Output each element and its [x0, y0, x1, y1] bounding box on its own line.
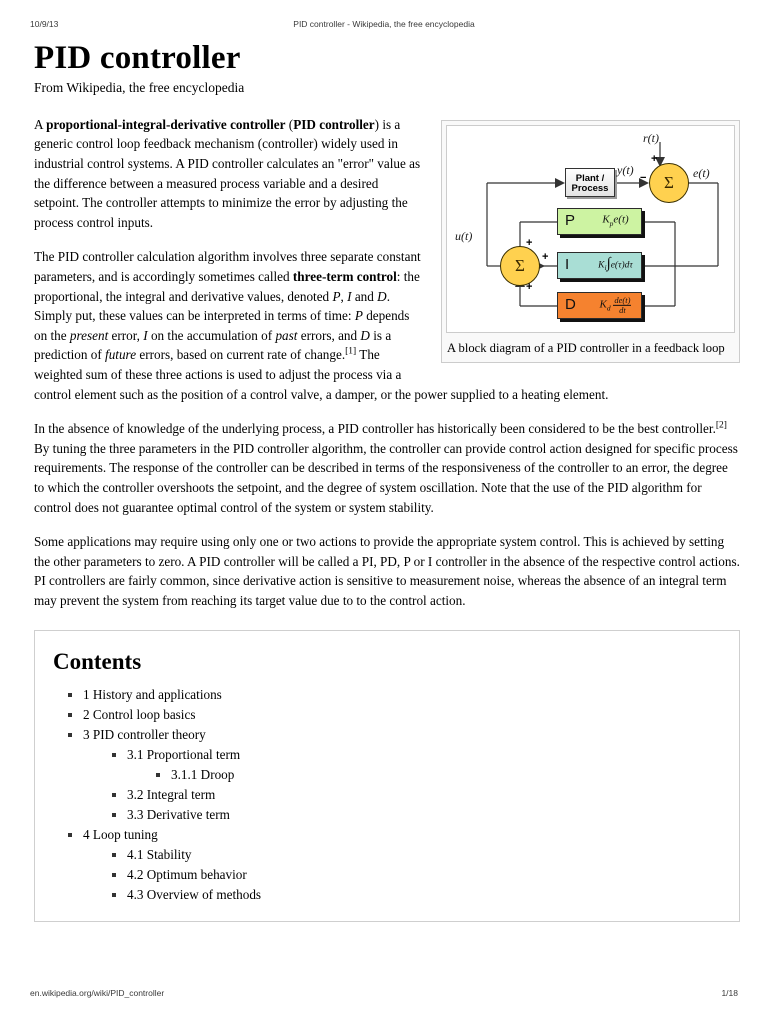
toc-item-label: 3.3 Derivative term	[127, 806, 230, 822]
print-document-title: PID controller - Wikipedia, the free enc…	[293, 19, 475, 29]
toc-item-label: 4.1 Stability	[127, 846, 192, 862]
reference-link-1[interactable]: [1]	[345, 347, 356, 357]
label-output: y(t)	[617, 162, 634, 177]
print-page-number: 1/18	[721, 988, 738, 998]
toc-item-label: 3.1.1 Droop	[171, 766, 235, 782]
toc-item-label: 4.2 Optimum behavior	[127, 866, 247, 882]
sigma-symbol: Σ	[515, 256, 525, 276]
article-body: Plant / Process Σ Σ P Kpe(t) I Ki∫e(τ)dτ…	[34, 115, 740, 611]
sign-minus-output: −	[640, 171, 647, 184]
label-error: e(t)	[693, 165, 710, 180]
integral-block: I Ki∫e(τ)dτ	[557, 251, 642, 279]
integral-letter: I	[565, 256, 570, 274]
toc-list: 1 History and applications 2 Control loop…	[53, 685, 721, 905]
proportional-block: P Kpe(t)	[557, 207, 642, 235]
site-tagline: From Wikipedia, the free encyclopedia	[34, 79, 245, 95]
derivative-formula: Kd de(t) dt	[599, 295, 632, 315]
toc-item[interactable]: 3.2 Integral term	[109, 785, 721, 805]
toc-item[interactable]: 3 PID controller theory	[65, 725, 721, 745]
proportional-formula: Kpe(t)	[602, 213, 629, 229]
toc-item-label: 2 Control loop basics	[83, 706, 196, 722]
toc-item-label: 3.2 Integral term	[127, 786, 216, 802]
toc-item[interactable]: 4.1 Stability	[109, 845, 721, 865]
proportional-letter: P	[565, 212, 576, 230]
summing-junction-control: Σ	[500, 245, 540, 286]
toc-item[interactable]: 2 Control loop basics	[65, 705, 721, 725]
sign-plus-reference: +	[651, 152, 658, 165]
toc-item[interactable]: 4.2 Optimum behavior	[109, 865, 721, 885]
reference-link-2[interactable]: [2]	[716, 421, 727, 431]
article-container: PID controller From Wikipedia, the free …	[34, 40, 740, 922]
toc-item-label: 4.3 Overview of methods	[127, 886, 262, 902]
label-reference: r(t)	[643, 130, 659, 145]
print-footer: en.wikipedia.org/wiki/PID_controller 1/1…	[0, 988, 768, 1002]
toc-item-label: 1 History and applications	[83, 686, 222, 702]
figure-image-frame: Plant / Process Σ Σ P Kpe(t) I Ki∫e(τ)dτ…	[446, 124, 735, 333]
toc-heading: Contents	[53, 649, 142, 675]
paragraph-best-controller: In the absence of knowledge of the under…	[34, 420, 738, 515]
toc-item-label: 3.1 Proportional term	[127, 746, 241, 762]
plant-label-line2: Process	[571, 183, 609, 195]
toc-item[interactable]: 3.3 Derivative term	[109, 805, 721, 825]
summing-junction-error: Σ	[649, 162, 689, 203]
derivative-letter: D	[565, 296, 576, 314]
label-control: u(t)	[455, 228, 473, 243]
print-source-url: en.wikipedia.org/wiki/PID_controller	[30, 988, 165, 998]
sigma-symbol: Σ	[664, 173, 674, 193]
figure-caption: A block diagram of a PID controller in a…	[447, 340, 725, 355]
table-of-contents: Contents 1 History and applications 2 Con…	[34, 630, 740, 922]
page-title: PID controller	[34, 40, 241, 76]
toc-item[interactable]: 4.3 Overview of methods	[109, 885, 721, 905]
sign-plus-d: +	[526, 280, 533, 293]
plant-label-line1: Plant /	[575, 172, 605, 184]
pid-block-diagram: Plant / Process Σ Σ P Kpe(t) I Ki∫e(τ)dτ…	[447, 126, 734, 332]
plant-process-block: Plant / Process	[565, 167, 615, 197]
toc-item-label: 3 PID controller theory	[83, 726, 206, 742]
paragraph-partial-actions: Some applications may require using only…	[34, 534, 740, 608]
toc-item[interactable]: 1 History and applications	[65, 685, 721, 705]
print-header: 10/9/13 PID controller - Wikipedia, the …	[0, 19, 768, 33]
derivative-block: D Kd de(t) dt	[557, 291, 642, 319]
integral-formula: Ki∫e(τ)dτ	[598, 255, 633, 273]
toc-item[interactable]: 3.1.1 Droop	[153, 765, 721, 785]
figure-block-diagram[interactable]: Plant / Process Σ Σ P Kpe(t) I Ki∫e(τ)dτ…	[441, 119, 740, 364]
arrow-to-plant	[555, 177, 565, 188]
toc-item-label: 4 Loop tuning	[83, 826, 158, 842]
sign-plus-i: +	[542, 250, 549, 263]
sign-plus-p: +	[526, 236, 533, 249]
derivative-fraction: de(t) dt	[613, 295, 632, 315]
toc-item[interactable]: 3.1 Proportional term	[109, 745, 721, 765]
toc-item[interactable]: 4 Loop tuning	[65, 825, 721, 845]
